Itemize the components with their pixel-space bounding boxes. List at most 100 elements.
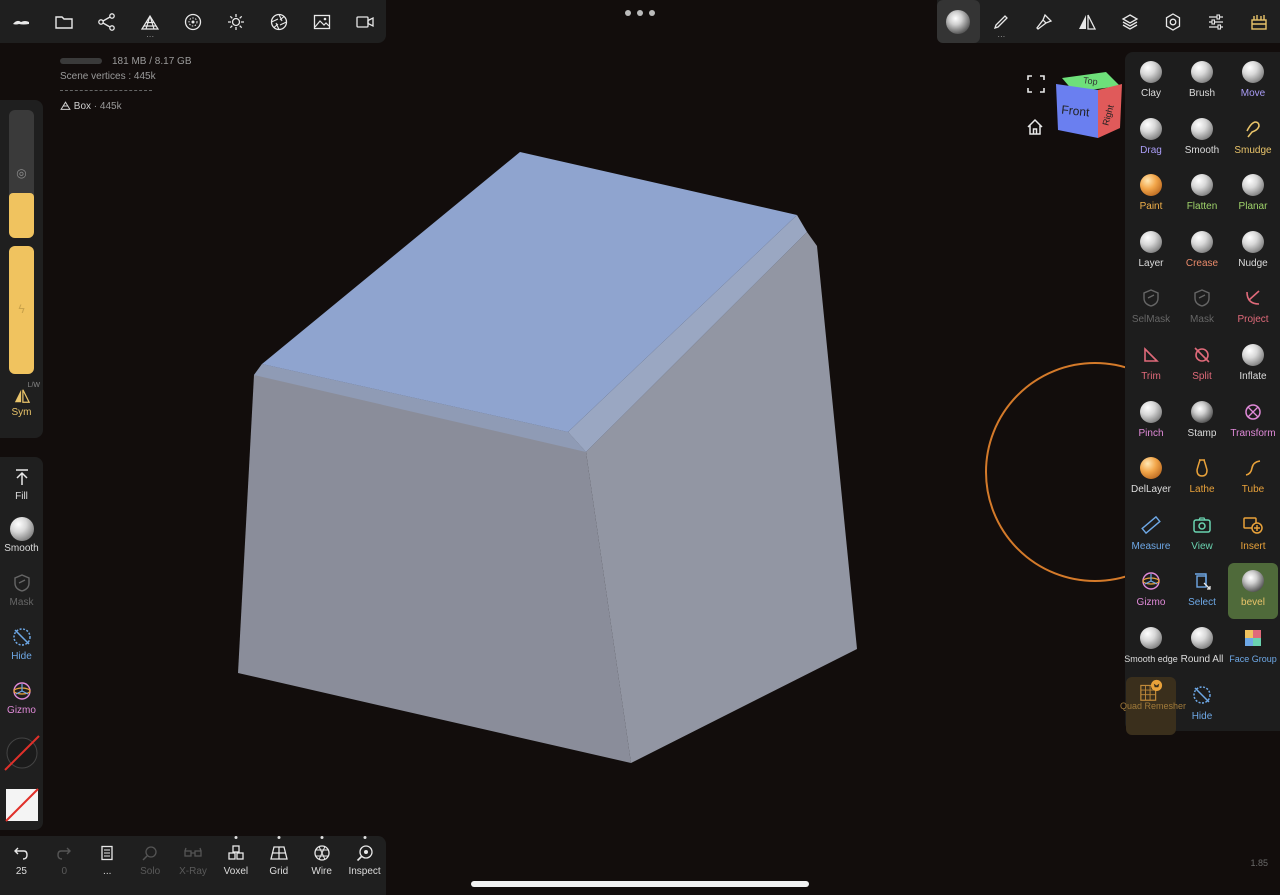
tool-select[interactable]: Select: [1177, 563, 1227, 619]
quick-tool-gizmo[interactable]: Gizmo: [0, 679, 43, 716]
object-vertex-count: · 445k: [93, 101, 122, 112]
tool-label: Gizmo: [1136, 597, 1166, 609]
folder-icon[interactable]: [43, 0, 86, 43]
tool-brush[interactable]: Brush: [1177, 54, 1227, 110]
tool-clay[interactable]: Clay: [1126, 54, 1176, 110]
tool-nudge[interactable]: Nudge: [1228, 224, 1278, 280]
settings-icon[interactable]: [1151, 0, 1194, 43]
more-dots: ···: [146, 32, 155, 41]
intensity-slider[interactable]: ϟ: [9, 246, 34, 374]
nomad-logo-icon[interactable]: [0, 0, 43, 43]
current-tool-icon[interactable]: [937, 0, 980, 43]
tool-planar[interactable]: Planar: [1228, 167, 1278, 223]
toolbox-icon[interactable]: [1237, 0, 1280, 43]
tool-split[interactable]: Split: [1177, 337, 1227, 393]
tool-insert[interactable]: Insert: [1228, 507, 1278, 563]
tool-move[interactable]: Move: [1228, 54, 1278, 110]
scene-graph-icon[interactable]: [86, 0, 129, 43]
tool-crease[interactable]: Crease: [1177, 224, 1227, 280]
tool-label: Clay: [1140, 88, 1161, 99]
tool-layer[interactable]: Layer: [1126, 224, 1176, 280]
solo-button[interactable]: Solo: [129, 836, 172, 895]
material-icon[interactable]: [172, 0, 215, 43]
sliders-icon[interactable]: [1194, 0, 1237, 43]
tool-tube[interactable]: Tube: [1228, 450, 1278, 506]
symmetry-toggle[interactable]: Sym: [0, 388, 43, 418]
xray-button[interactable]: X-Ray: [172, 836, 215, 895]
quad-icon: [1139, 679, 1163, 703]
tool-transform[interactable]: Transform: [1228, 394, 1278, 450]
tool-view[interactable]: View: [1177, 507, 1227, 563]
tool-smooth[interactable]: Smooth: [1177, 111, 1227, 167]
tool-paint[interactable]: Paint: [1126, 167, 1176, 223]
quick-tool-fill[interactable]: Fill: [0, 465, 43, 502]
divider: [60, 90, 152, 91]
undo-button[interactable]: 25: [0, 836, 43, 895]
grid-button[interactable]: Grid: [257, 836, 300, 895]
background-image-icon[interactable]: [300, 0, 343, 43]
camera-aperture-icon[interactable]: [257, 0, 300, 43]
tool-gizmo[interactable]: Gizmo: [1126, 563, 1176, 619]
symmetry-icon[interactable]: [1066, 0, 1109, 43]
tool-selmask[interactable]: SelMask: [1126, 280, 1176, 336]
tool-drag[interactable]: Drag: [1126, 111, 1176, 167]
inspect-button[interactable]: Inspect: [343, 836, 386, 895]
quick-tool-mask[interactable]: Mask: [0, 571, 43, 608]
tool-measure[interactable]: Measure: [1126, 507, 1176, 563]
indicator-dot: [320, 836, 324, 839]
smooth-edge-sphere-icon: [1139, 626, 1163, 650]
tool-stamp[interactable]: Stamp: [1177, 394, 1227, 450]
tool-inflate[interactable]: Inflate: [1228, 337, 1278, 393]
color-swatch[interactable]: [0, 787, 43, 826]
tool-mask[interactable]: Mask: [1177, 280, 1227, 336]
paint-icon[interactable]: [1023, 0, 1066, 43]
tool-flatten[interactable]: Flatten: [1177, 167, 1227, 223]
tool-label: Brush: [1188, 88, 1216, 99]
dellayer-sphere-icon: [1139, 456, 1163, 480]
project-icon: [1241, 286, 1265, 310]
tool-face-group[interactable]: Face Group: [1228, 620, 1278, 676]
tool-quad-remesher[interactable]: Quad Remesher: [1120, 676, 1186, 735]
center-more-menu[interactable]: [625, 6, 655, 20]
clay-sphere-icon: [1139, 60, 1163, 84]
notebook-button[interactable]: ...: [86, 836, 129, 895]
planar-sphere-icon: [1241, 173, 1265, 197]
topology-icon[interactable]: ···: [129, 0, 172, 43]
tool-round-all[interactable]: Round All: [1177, 620, 1227, 676]
smudge-icon: [1241, 117, 1265, 141]
indicator-dot: [363, 836, 367, 839]
frame-view-icon[interactable]: [1027, 75, 1045, 93]
shield-icon: [1190, 286, 1214, 310]
home-indicator[interactable]: [471, 881, 809, 887]
redo-button[interactable]: 0: [43, 836, 86, 895]
light-icon[interactable]: [214, 0, 257, 43]
tool-label: Pinch: [1138, 427, 1164, 439]
radius-slider[interactable]: ◎: [9, 110, 34, 238]
tool-trim[interactable]: Trim: [1126, 337, 1176, 393]
facegroup-icon: [1241, 626, 1265, 650]
quick-tool-hide[interactable]: Hide: [0, 625, 43, 662]
object-entry[interactable]: Box · 445k: [60, 99, 192, 114]
tool-smooth-edge[interactable]: Smooth edge: [1124, 620, 1178, 676]
material-swatch[interactable]: [0, 733, 43, 776]
dot: [625, 10, 631, 16]
tool-dellayer[interactable]: DelLayer: [1126, 450, 1176, 506]
tool-bevel[interactable]: bevel: [1228, 563, 1278, 620]
wire-button[interactable]: Wire: [300, 836, 343, 895]
video-icon[interactable]: [343, 0, 386, 43]
tool-label: Smudge: [1234, 144, 1272, 156]
voxel-button[interactable]: Voxel: [214, 836, 257, 895]
quick-tool-smooth[interactable]: Smooth: [0, 517, 43, 554]
tool-pinch[interactable]: Pinch: [1126, 394, 1176, 450]
view-cube[interactable]: Top Front Right: [1052, 68, 1124, 140]
tool-hide[interactable]: Hide: [1177, 677, 1227, 733]
hide-icon: [10, 625, 34, 649]
tool-lathe[interactable]: Lathe: [1177, 450, 1227, 506]
object-name: Box: [73, 101, 92, 112]
tool-project[interactable]: Project: [1228, 280, 1278, 336]
tool-smudge[interactable]: Smudge: [1228, 111, 1278, 167]
layers-icon[interactable]: [1109, 0, 1152, 43]
matcap-swatch-icon: [3, 735, 40, 771]
brush-stroke-icon[interactable]: ···: [980, 0, 1023, 43]
home-view-icon[interactable]: [1026, 118, 1044, 136]
